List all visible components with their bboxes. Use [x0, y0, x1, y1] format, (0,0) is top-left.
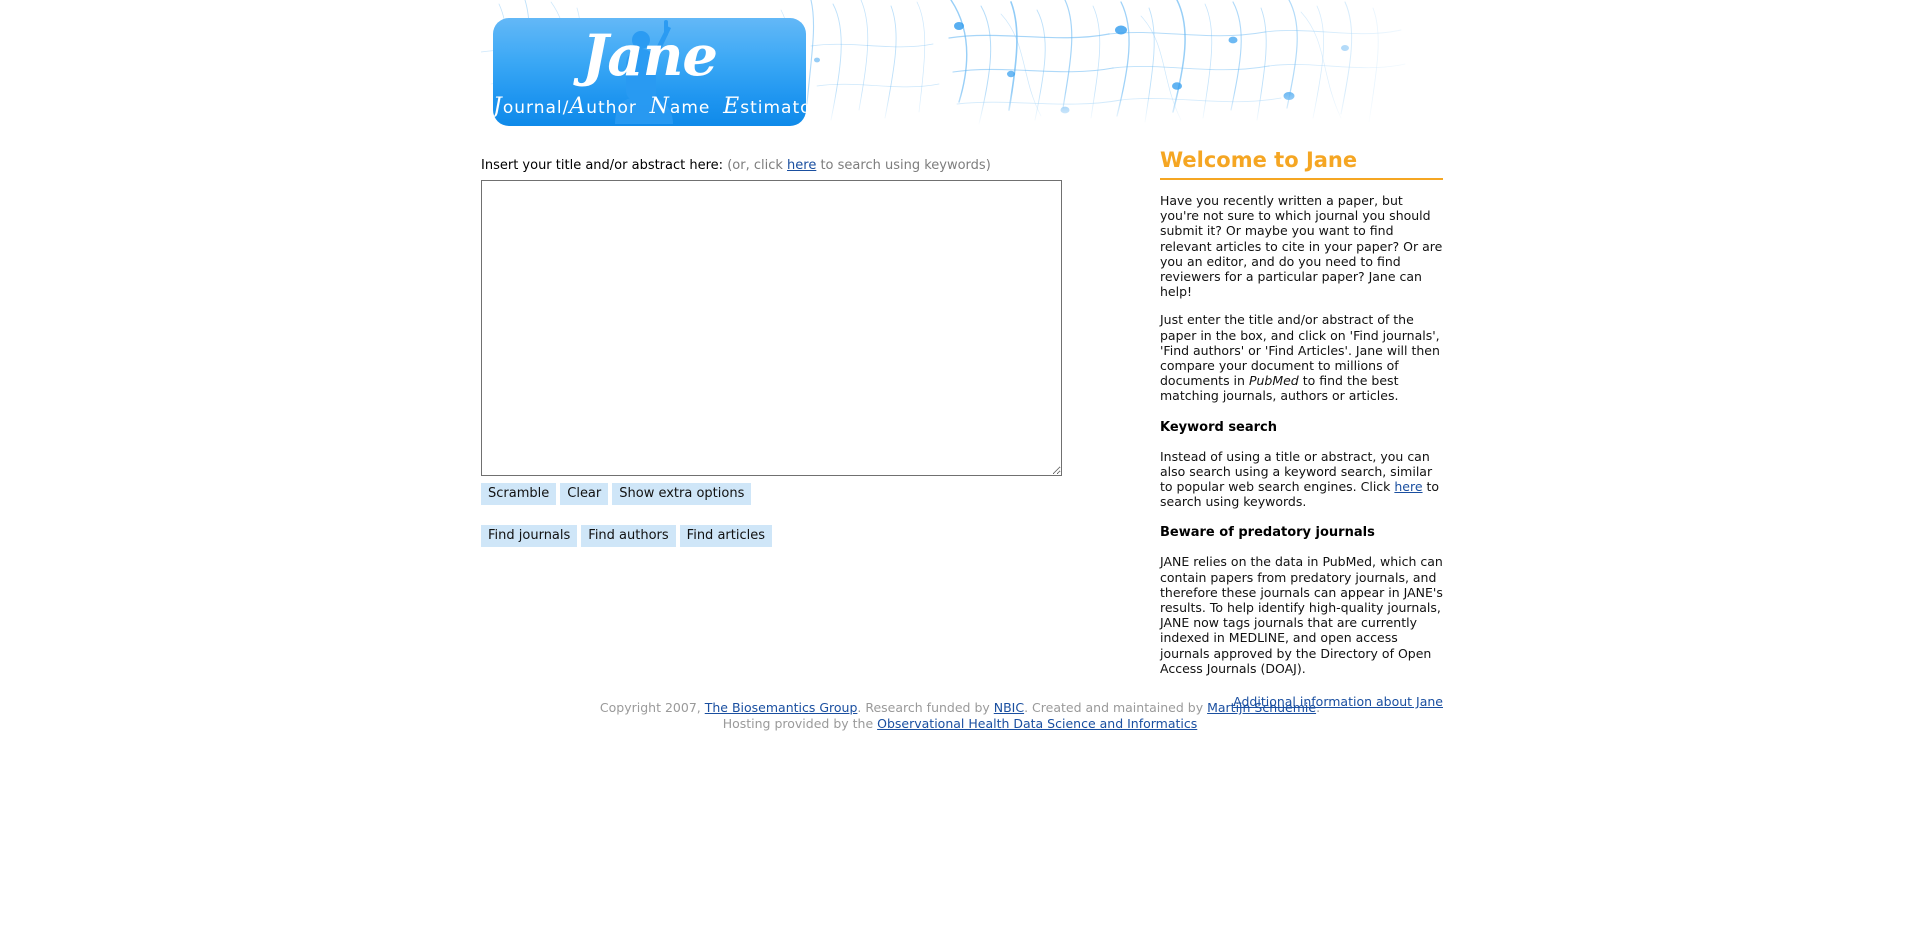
- nbic-link[interactable]: NBIC: [994, 700, 1024, 715]
- keyword-search-heading: Keyword search: [1160, 419, 1278, 435]
- footer-line-2: Hosting provided by the Observational He…: [0, 716, 1920, 732]
- footer-hosting-text: Hosting provided by the: [722, 715, 878, 731]
- keyword-search-paragraph: Instead of using a title or abstract, yo…: [1160, 449, 1443, 510]
- footer-line-1-end: .: [1316, 700, 1321, 715]
- clear-button[interactable]: Clear: [560, 483, 609, 505]
- ohdsi-link[interactable]: Observational Health Data Science and In…: [877, 716, 1197, 731]
- site-banner: Jane Journal/Author Name Estimator: [481, 0, 1441, 126]
- abstract-label: Insert your title and/or abstract here:: [481, 158, 724, 173]
- jane-logo-box: Jane Journal/Author Name Estimator: [493, 18, 806, 126]
- predatory-journals-paragraph: JANE relies on the data in PubMed, which…: [1160, 554, 1443, 676]
- logo-subtitle: Journal/Author Name Estimator: [493, 94, 806, 119]
- abstract-label-row: Insert your title and/or abstract here: …: [481, 158, 1066, 174]
- welcome-paragraph-1: Have you recently written a paper, but y…: [1160, 193, 1443, 300]
- footer-line-1: Copyright 2007, The Biosemantics Group. …: [0, 700, 1920, 716]
- keyword-search-link[interactable]: here: [787, 158, 816, 173]
- welcome-panel: Welcome to Jane Have you recently writte…: [1160, 148, 1443, 709]
- find-journals-button[interactable]: Find journals: [481, 525, 578, 547]
- find-articles-button[interactable]: Find articles: [679, 525, 772, 547]
- keyword-search-inline-link[interactable]: here: [1394, 479, 1422, 494]
- abstract-input[interactable]: [481, 180, 1062, 476]
- keyword-paragraph-part1: Instead of using a title or abstract, yo…: [1160, 448, 1433, 495]
- footer-maintainer-text: . Created and maintained by: [1024, 700, 1208, 715]
- welcome-paragraph-2: Just enter the title and/or abstract of …: [1160, 312, 1443, 403]
- show-extra-options-button[interactable]: Show extra options: [612, 483, 752, 505]
- find-button-row: Find journals Find authors Find articles: [481, 525, 1066, 547]
- footer-copyright-text: Copyright 2007,: [599, 700, 705, 715]
- keyword-hint-suffix: to search using keywords): [816, 158, 991, 173]
- utility-button-row: Scramble Clear Show extra options: [481, 483, 1066, 505]
- biosemantics-group-link[interactable]: The Biosemantics Group: [705, 700, 858, 715]
- keyword-hint-prefix: (or, click: [727, 158, 788, 173]
- scramble-button[interactable]: Scramble: [481, 483, 557, 505]
- page-footer: Copyright 2007, The Biosemantics Group. …: [0, 700, 1920, 731]
- martijn-schuemie-link[interactable]: Martijn Schuemie: [1207, 700, 1316, 715]
- find-authors-button[interactable]: Find authors: [581, 525, 676, 547]
- predatory-journals-heading: Beware of predatory journals: [1160, 525, 1375, 541]
- welcome-title: Welcome to Jane: [1160, 148, 1443, 180]
- search-form: Insert your title and/or abstract here: …: [481, 158, 1066, 547]
- pubmed-mention: PubMed: [1248, 373, 1299, 389]
- footer-funding-text: . Research funded by: [857, 700, 994, 715]
- logo-title: Jane: [581, 23, 718, 89]
